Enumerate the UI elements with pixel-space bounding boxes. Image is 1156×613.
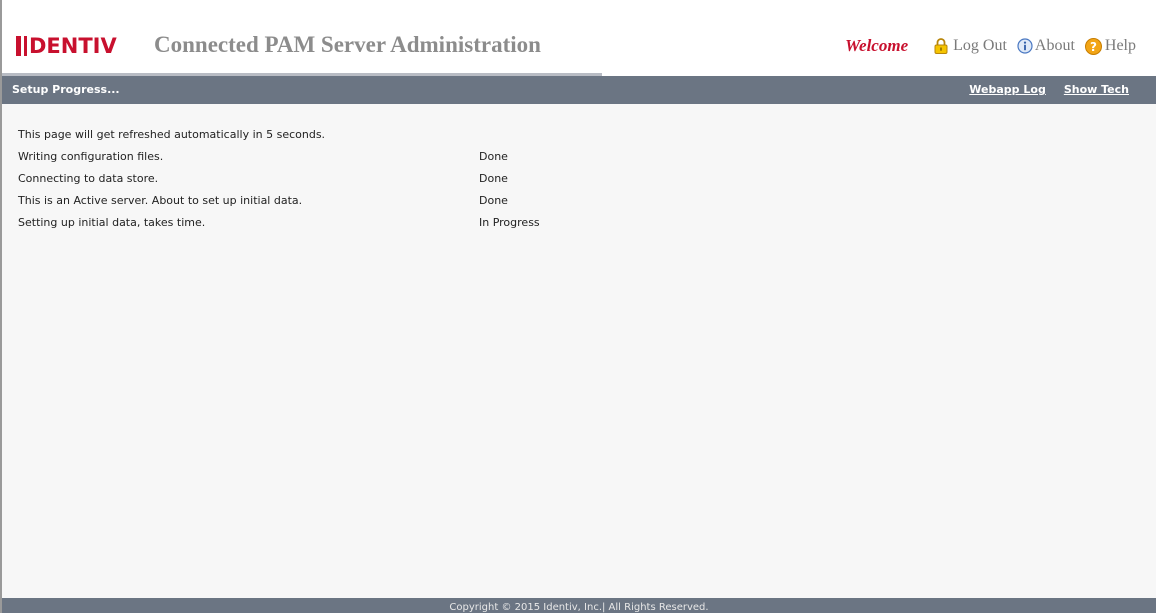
step-label: This is an Active server. About to set u… <box>18 194 303 207</box>
show-tech-link[interactable]: Show Tech <box>1064 83 1129 96</box>
help-label: Help <box>1104 37 1136 54</box>
step-row: Setting up initial data, takes time. In … <box>18 212 540 234</box>
step-status: Done <box>479 150 508 163</box>
identiv-logo: DENTIV <box>16 34 117 58</box>
setup-progress-panel: This page will get refreshed automatical… <box>18 124 540 234</box>
title-bar-links: Webapp Log Show Tech <box>951 83 1129 96</box>
logout-link[interactable]: Log Out <box>934 37 1007 55</box>
app-title: Connected PAM Server Administration <box>154 32 541 57</box>
help-icon: ? <box>1084 37 1102 55</box>
refresh-note: This page will get refreshed automatical… <box>18 128 326 141</box>
copyright-text: Copyright © 2015 Identiv, Inc.| All Righ… <box>449 602 709 613</box>
lock-icon <box>934 38 948 54</box>
logout-label: Log Out <box>953 37 1007 54</box>
header-actions: Welcome Log Out About ? Help <box>845 36 1136 56</box>
step-status: Done <box>479 172 508 185</box>
logo-bar-thin <box>24 36 27 56</box>
about-link[interactable]: About <box>1017 37 1075 55</box>
help-link[interactable]: ? Help <box>1084 37 1136 55</box>
step-row: This is an Active server. About to set u… <box>18 190 540 212</box>
welcome-text: Welcome <box>845 36 909 55</box>
logo-bar <box>16 36 21 56</box>
step-label: Setting up initial data, takes time. <box>18 216 206 229</box>
step-status: In Progress <box>479 216 540 229</box>
step-row: Writing configuration files. Done <box>18 146 540 168</box>
main-content: This page will get refreshed automatical… <box>2 104 1156 598</box>
svg-text:?: ? <box>1090 40 1097 54</box>
logo-text: DENTIV <box>29 34 117 58</box>
title-bar: Setup Progress... Webapp Log Show Tech <box>2 76 1156 104</box>
section-title: Setup Progress... <box>12 83 120 96</box>
page-footer: Copyright © 2015 Identiv, Inc.| All Righ… <box>2 598 1156 613</box>
page-header: DENTIV Connected PAM Server Administrati… <box>2 0 1156 76</box>
step-row: Connecting to data store. Done <box>18 168 540 190</box>
info-icon <box>1017 38 1033 54</box>
step-status: Done <box>479 194 508 207</box>
step-label: Connecting to data store. <box>18 172 159 185</box>
step-label: Writing configuration files. <box>18 150 164 163</box>
about-label: About <box>1034 37 1075 54</box>
webapp-log-link[interactable]: Webapp Log <box>969 83 1046 96</box>
